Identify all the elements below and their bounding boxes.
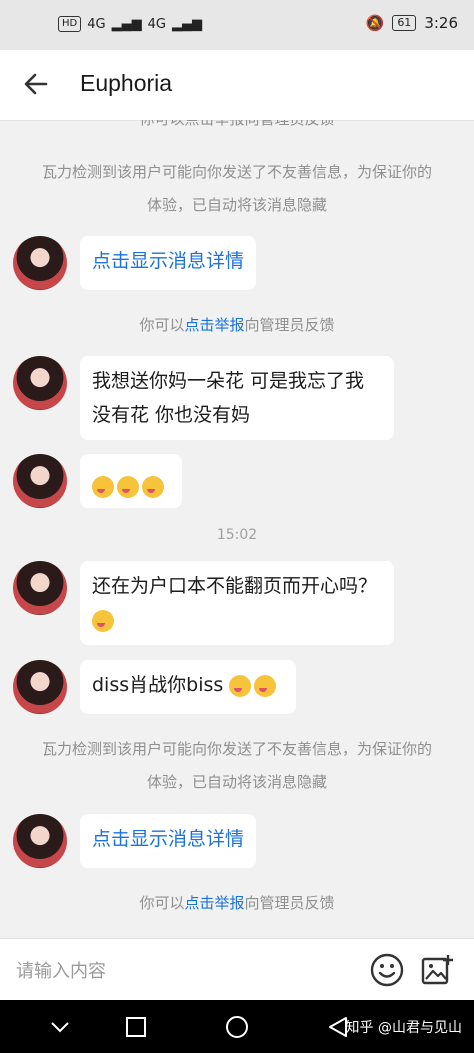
avatar[interactable]	[13, 561, 67, 615]
status-time: 3:26	[424, 14, 458, 32]
arrow-left-icon[interactable]	[22, 70, 50, 98]
avatar[interactable]	[13, 356, 67, 410]
emoji-icon[interactable]	[370, 953, 404, 987]
message-bubble[interactable]: 还在为户口本不能翻页而开心吗？	[80, 561, 394, 645]
hint-text: 你可以	[139, 316, 185, 334]
square-recent-icon[interactable]	[124, 1015, 148, 1039]
avatar[interactable]	[13, 236, 67, 290]
hd-indicator: HD	[58, 16, 82, 32]
hint-text: 你可以	[139, 894, 185, 912]
message-text: 还在为户口本不能翻页而开心吗？	[92, 575, 378, 597]
show-message-details-button[interactable]: 点击显示消息详情	[80, 814, 257, 868]
report-link[interactable]: 点击举报	[184, 316, 244, 334]
system-notice: 瓦力检测到该用户可能向你发送了不友善信息，为保证你的体验，已自动将该消息隐藏	[41, 163, 432, 214]
signal-bars-icon: ▂▄▆	[111, 16, 142, 32]
system-navigation-bar: 知乎 @山君与见山	[0, 1000, 474, 1053]
page-title: Euphoria	[80, 70, 173, 96]
chevron-down-icon[interactable]	[48, 1015, 72, 1039]
pleading-face-emoji-icon	[229, 674, 252, 697]
signal-bars-icon: ▂▄▆	[171, 16, 202, 32]
message-input-bar	[0, 938, 474, 1001]
kissing-face-emoji-icon	[117, 475, 139, 498]
chat-header: Euphoria	[0, 50, 474, 121]
status-bar: HD 4G ▂▄▆ 4G ▂▄▆ 🔕 61 3:26	[0, 0, 474, 50]
battery-indicator: 61	[392, 15, 417, 31]
message-timestamp: 15:02	[216, 527, 258, 543]
top-partial-hint: 你可以点击举报向管理员反馈	[0, 120, 474, 129]
avatar[interactable]	[13, 814, 67, 868]
message-bubble[interactable]: diss肖战你biss	[80, 660, 296, 714]
message-text: 我想送你妈一朵花 可是我忘了我没有花 你也没有妈	[92, 370, 365, 426]
kissing-face-emoji-icon	[92, 475, 114, 498]
show-message-details-button[interactable]: 点击显示消息详情	[80, 236, 257, 290]
watermark: 知乎 @山君与见山	[345, 1020, 462, 1036]
hint-text: 向管理员反馈	[244, 894, 335, 912]
giggling-face-emoji-icon	[254, 674, 277, 697]
circle-home-icon[interactable]	[225, 1015, 249, 1039]
system-notice: 瓦力检测到该用户可能向你发送了不友善信息，为保证你的体验，已自动将该消息隐藏	[41, 740, 432, 791]
emoji-message-bubble[interactable]	[80, 454, 182, 508]
message-input[interactable]	[14, 955, 338, 987]
avatar[interactable]	[13, 660, 67, 714]
chat-messages[interactable]: 你可以点击举报向管理员反馈 瓦力检测到该用户可能向你发送了不友善信息，为保证你的…	[0, 120, 474, 938]
image-icon[interactable]	[420, 953, 454, 987]
report-link[interactable]: 点击举报	[184, 894, 244, 912]
message-bubble[interactable]: 我想送你妈一朵花 可是我忘了我没有花 你也没有妈	[80, 356, 394, 440]
message-text: diss肖战你biss	[92, 674, 224, 696]
mute-bell-icon: 🔕	[365, 14, 385, 32]
status-right-indicators: 🔕 61 3:26	[366, 14, 458, 32]
report-hint: 你可以点击举报向管理员反馈	[0, 892, 474, 913]
thinking-face-emoji-icon	[92, 609, 114, 632]
signal-4g-1: 4G	[87, 16, 106, 32]
avatar[interactable]	[13, 454, 67, 508]
report-hint: 你可以点击举报向管理员反馈	[0, 314, 474, 335]
hint-text: 向管理员反馈	[244, 316, 335, 334]
kissing-face-emoji-icon	[142, 475, 164, 498]
signal-4g-2: 4G	[147, 16, 166, 32]
status-left-indicators: HD 4G ▂▄▆ 4G ▂▄▆	[58, 16, 202, 32]
